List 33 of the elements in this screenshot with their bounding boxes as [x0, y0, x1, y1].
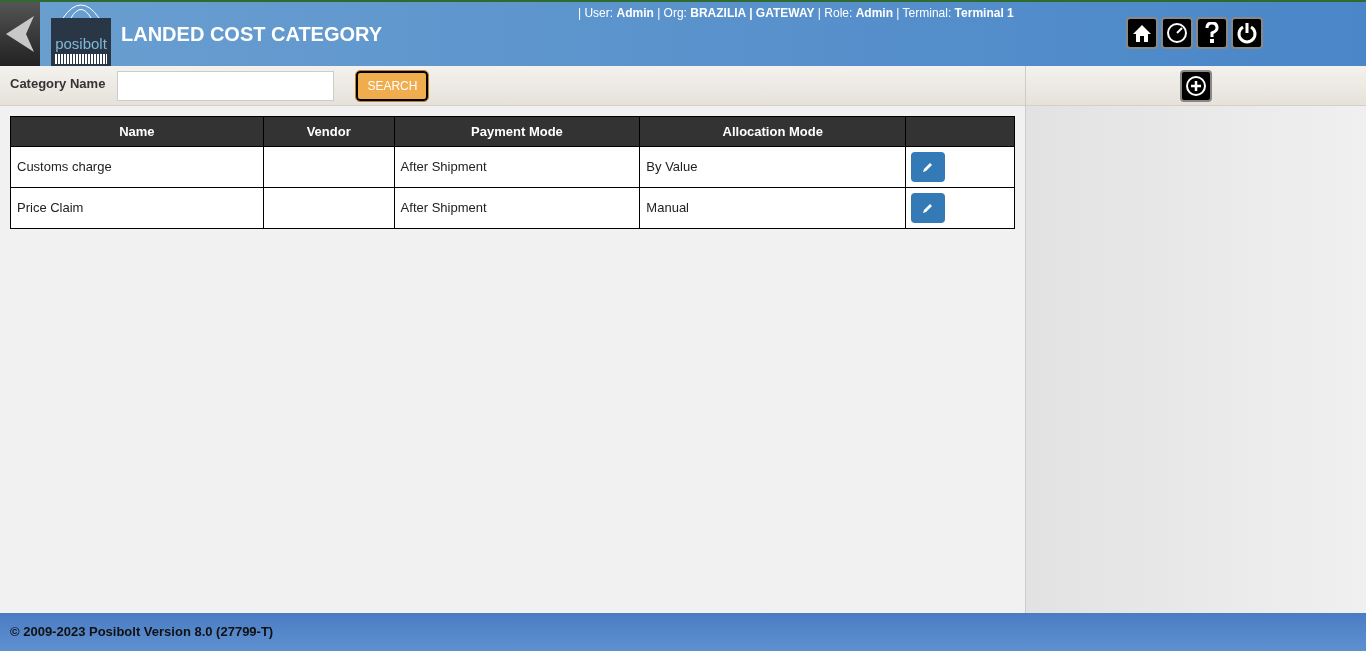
pencil-icon [922, 202, 935, 214]
category-name-label: Category Name [10, 75, 106, 93]
column-header: Name [10, 116, 264, 147]
search-button[interactable]: SEARCH [356, 70, 429, 101]
table-cell: After Shipment [400, 159, 487, 175]
logo: posibolt [51, 4, 111, 66]
add-button[interactable] [1180, 69, 1212, 102]
column-header: Payment Mode [394, 116, 640, 147]
table-cell: Price Claim [17, 200, 84, 216]
plus-circle-icon [1185, 74, 1207, 97]
dashboard-button[interactable] [1161, 17, 1193, 49]
home-button[interactable] [1126, 17, 1158, 49]
table-cell: After Shipment [400, 200, 487, 216]
pencil-icon [922, 161, 935, 173]
column-header: Vendor [263, 116, 395, 147]
table-cell: Manual [646, 200, 689, 216]
help-icon [1205, 22, 1219, 44]
power-button[interactable] [1231, 17, 1263, 49]
table-cell: By Value [646, 159, 698, 175]
help-button[interactable] [1196, 17, 1228, 49]
category-name-field[interactable] [117, 70, 335, 101]
column-header: Allocation Mode [639, 116, 906, 147]
home-icon [1132, 23, 1152, 43]
table-cell: Customs charge [17, 159, 112, 175]
back-arrow-icon [4, 14, 36, 54]
power-icon [1236, 22, 1258, 44]
edit-button[interactable] [911, 152, 946, 182]
back-button[interactable] [0, 2, 40, 66]
copyright-text: © 2009-2023 Posibolt Version 8.0 (27799-T) [10, 623, 274, 642]
edit-button[interactable] [911, 193, 946, 223]
gauge-icon [1166, 22, 1188, 44]
session-info: | User: Admin | Org: BRAZILIA | GATEWAY | Role: Admin | Terminal: Terminal 1 [578, 5, 1014, 22]
page-title: LANDED COST CATEGORY [121, 22, 383, 47]
